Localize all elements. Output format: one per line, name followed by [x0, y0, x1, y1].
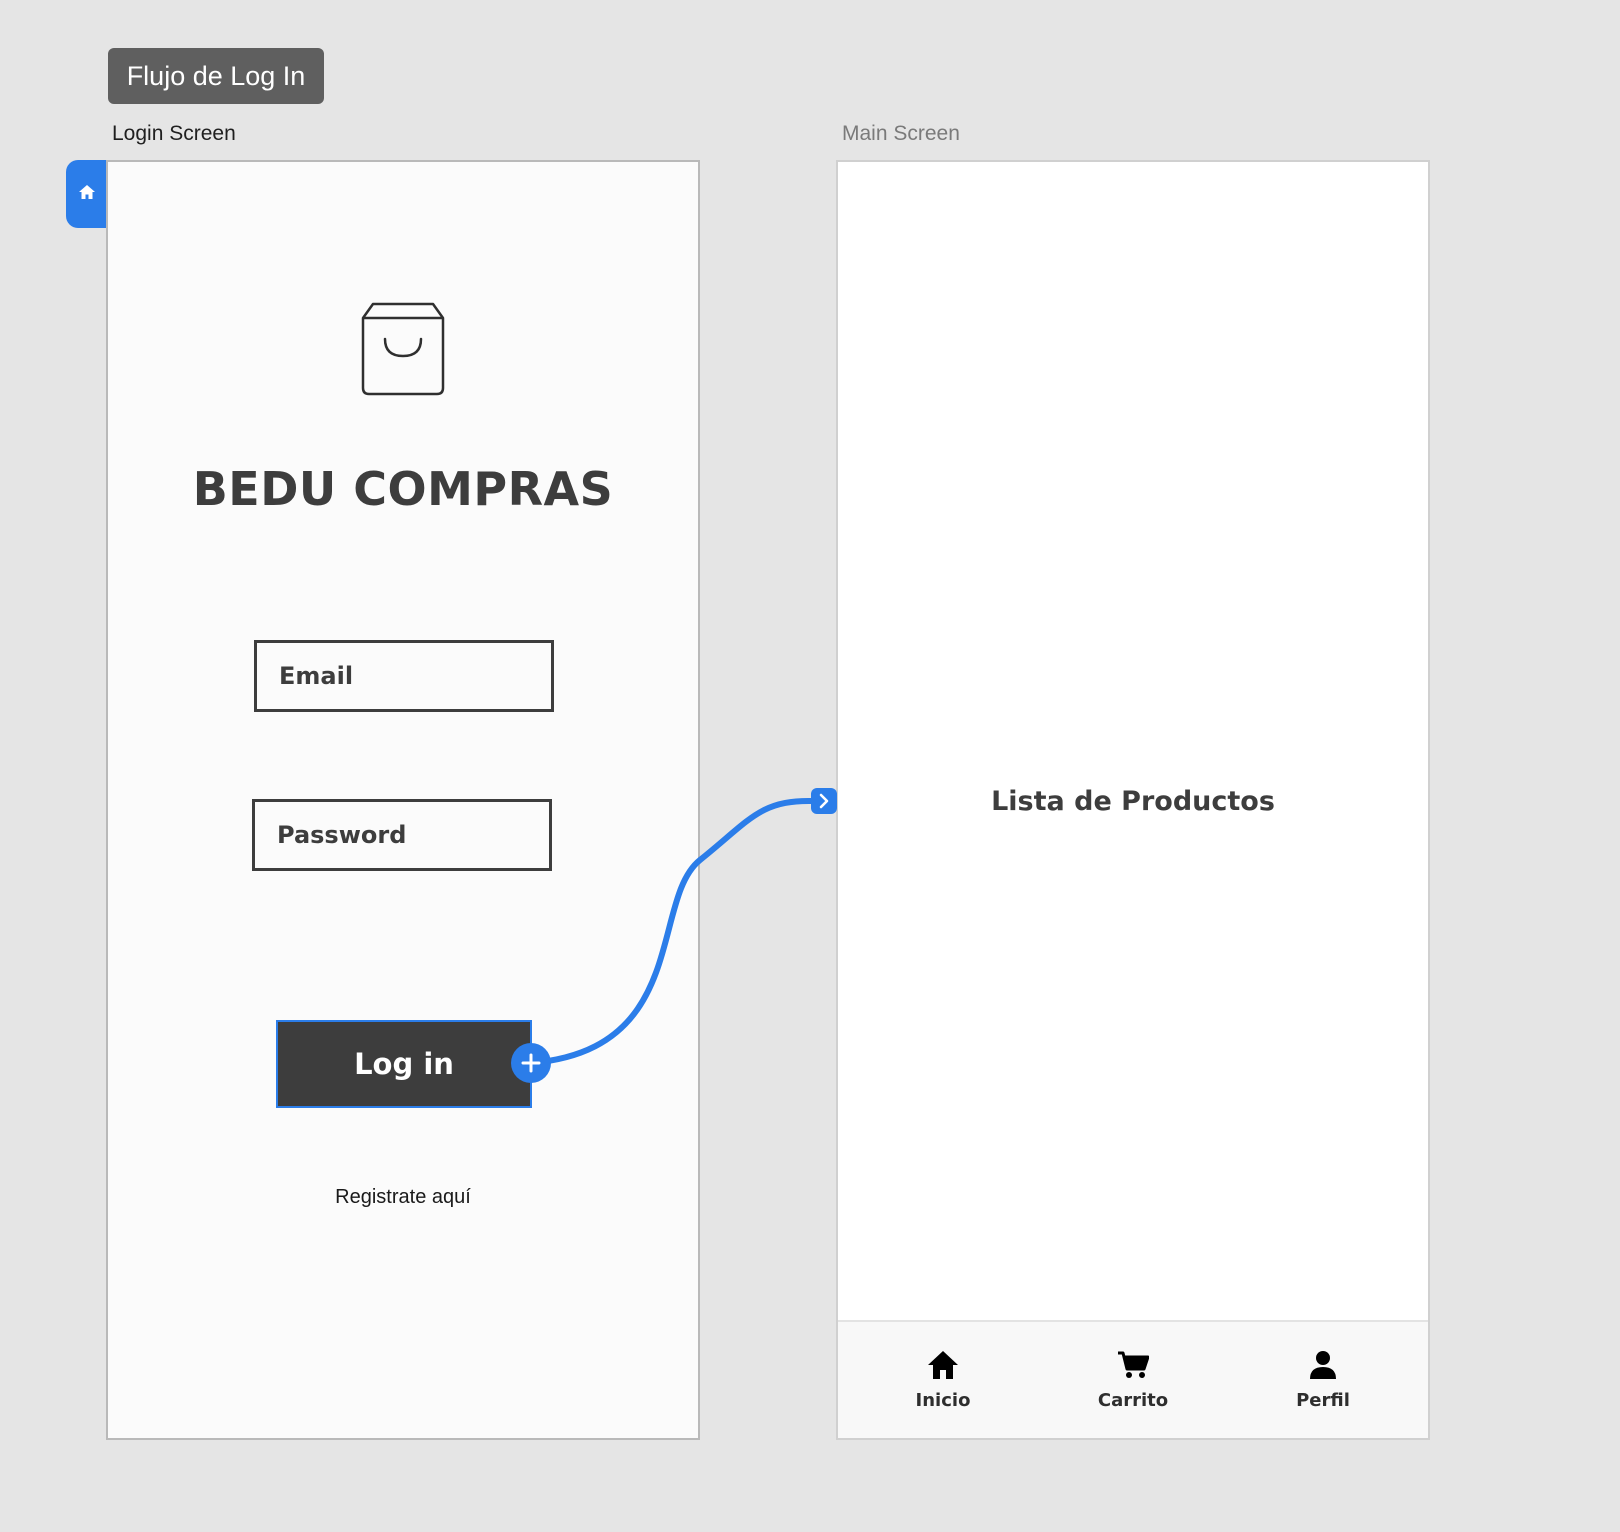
login-button-label: Log in — [354, 1047, 454, 1081]
connection-start-handle[interactable] — [511, 1043, 551, 1083]
nav-item-inicio[interactable]: Inicio — [878, 1322, 1008, 1438]
nav-item-carrito[interactable]: Carrito — [1068, 1322, 1198, 1438]
nav-label-perfil: Perfil — [1296, 1389, 1350, 1411]
login-screen-artboard: BEDU COMPRAS Email Password Log in Regis… — [106, 160, 700, 1440]
home-icon — [928, 1350, 958, 1379]
login-button[interactable]: Log in — [276, 1020, 532, 1108]
chevron-right-icon — [819, 793, 829, 809]
main-screen-artboard: Lista de Productos Inicio Carrito Perfil — [836, 160, 1430, 1440]
email-field[interactable]: Email — [254, 640, 554, 712]
shopping-bag-icon — [361, 302, 445, 396]
connection-end-handle[interactable] — [811, 788, 837, 814]
password-field[interactable]: Password — [252, 799, 552, 871]
product-list-label: Lista de Productos — [991, 786, 1275, 817]
email-placeholder: Email — [279, 662, 354, 690]
login-artboard-label[interactable]: Login Screen — [112, 122, 236, 146]
home-icon — [79, 185, 95, 199]
nav-label-inicio: Inicio — [915, 1389, 971, 1411]
nav-item-perfil[interactable]: Perfil — [1258, 1322, 1388, 1438]
app-title: BEDU COMPRAS — [192, 462, 614, 516]
prototype-canvas: Flujo de Log In Login Screen Main Screen… — [0, 0, 1620, 1532]
main-artboard-label[interactable]: Main Screen — [842, 122, 960, 146]
password-placeholder: Password — [277, 821, 407, 849]
flow-tag[interactable]: Flujo de Log In — [108, 48, 324, 104]
register-link[interactable]: Registrate aquí — [108, 1186, 698, 1209]
nav-label-carrito: Carrito — [1097, 1389, 1169, 1411]
person-icon — [1310, 1350, 1336, 1379]
cart-icon — [1118, 1351, 1149, 1378]
bottom-navigation: Inicio Carrito Perfil — [838, 1320, 1428, 1438]
plus-icon — [521, 1053, 541, 1073]
home-screen-marker[interactable] — [66, 160, 108, 228]
